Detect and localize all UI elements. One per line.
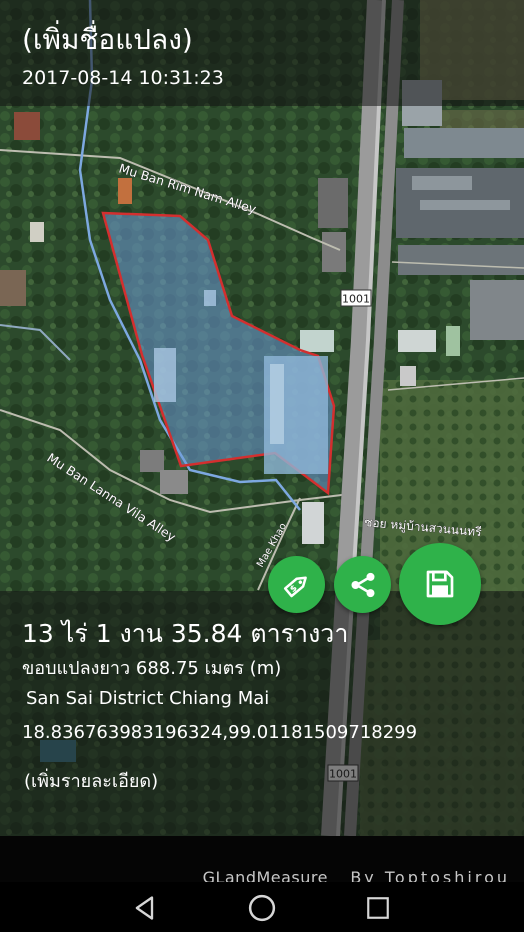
- add-details-link[interactable]: (เพิ่มรายละเอียด): [24, 766, 158, 795]
- plot-coordinates: 18.836763983196324,99.01181509718299: [22, 722, 418, 743]
- price-tag-icon: $: [283, 576, 307, 597]
- price-button[interactable]: $: [268, 556, 325, 613]
- plot-location: San Sai District Chiang Mai: [26, 688, 270, 709]
- save-icon: [426, 570, 454, 598]
- route-shield-top: 1001: [340, 289, 372, 307]
- plot-area: 13 ไร่ 1 งาน 35.84 ตารางวา: [22, 619, 349, 648]
- recent-apps-button[interactable]: [358, 888, 398, 928]
- timestamp: 2017-08-14 10:31:23: [22, 67, 224, 89]
- home-icon: [248, 894, 276, 922]
- recent-apps-icon: [367, 897, 389, 919]
- plot-perimeter: ขอบแปลงยาว 688.75 เมตร (m): [22, 658, 282, 679]
- share-icon: [351, 572, 374, 597]
- system-navigation-bar: [0, 882, 524, 932]
- credit-bar: GLandMeasure By Toptoshirou: [0, 836, 524, 887]
- plot-title[interactable]: (เพิ่มชื่อแปลง): [22, 18, 193, 62]
- back-button[interactable]: [125, 888, 165, 928]
- home-button[interactable]: [242, 888, 282, 928]
- route-number-top: 1001: [342, 293, 370, 306]
- back-icon: [135, 896, 154, 920]
- save-button[interactable]: [399, 543, 481, 625]
- share-button[interactable]: [334, 556, 391, 613]
